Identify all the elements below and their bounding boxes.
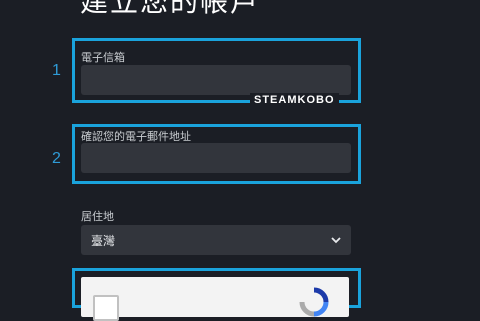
chevron-down-icon: [331, 237, 341, 244]
captcha-widget: [81, 277, 349, 321]
email-input[interactable]: [81, 65, 351, 95]
step-number-2: 2: [52, 150, 61, 167]
watermark-badge: STEAMKOBO: [250, 93, 339, 107]
country-select[interactable]: 臺灣: [81, 225, 351, 255]
country-label: 居住地: [81, 210, 114, 223]
step-number-1: 1: [52, 62, 61, 79]
email-label: 電子信箱: [81, 51, 125, 64]
captcha-checkbox[interactable]: [93, 295, 119, 321]
page-title: 建立您的帳戶: [80, 0, 261, 18]
confirm-email-label: 確認您的電子郵件地址: [81, 130, 191, 143]
confirm-email-input[interactable]: [81, 143, 351, 173]
country-select-value: 臺灣: [91, 233, 116, 248]
recaptcha-icon: [299, 287, 329, 317]
